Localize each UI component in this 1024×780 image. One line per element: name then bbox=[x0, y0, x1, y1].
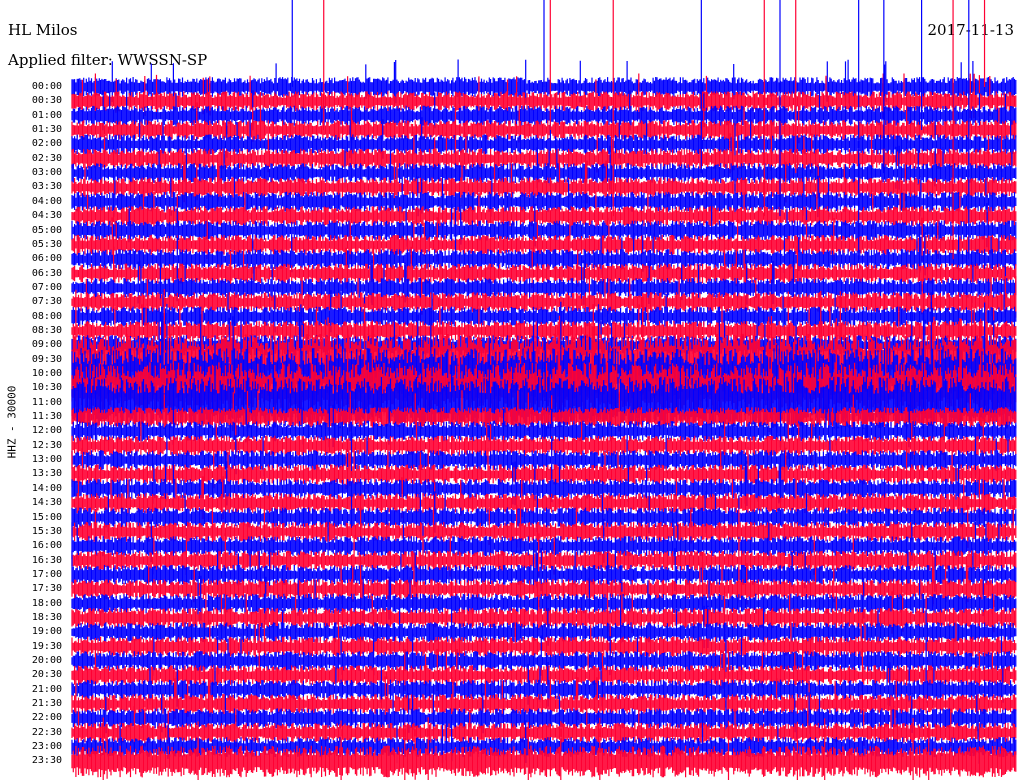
seismogram-plot bbox=[71, 0, 1017, 780]
